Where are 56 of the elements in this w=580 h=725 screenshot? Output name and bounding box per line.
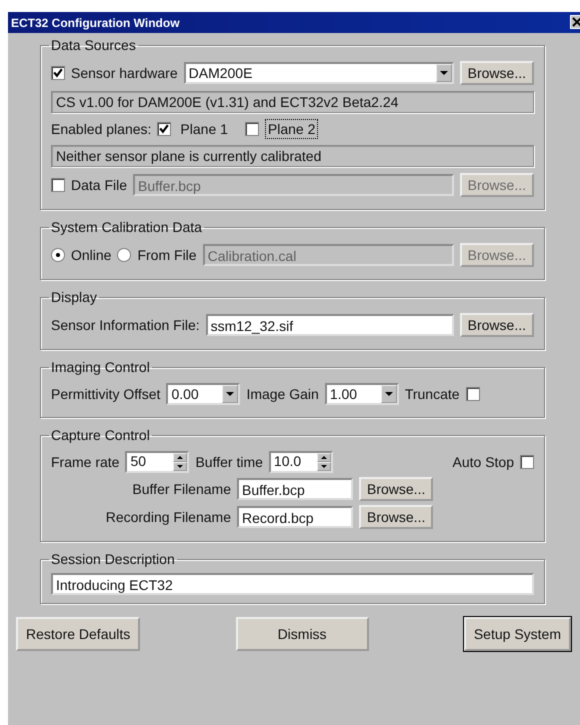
up-arrow-icon[interactable] bbox=[320, 456, 327, 459]
dialog-button[interactable]: Setup System bbox=[464, 617, 571, 651]
caret-icon bbox=[440, 71, 448, 75]
browse-button[interactable]: Browse... bbox=[460, 313, 534, 337]
radio-button[interactable] bbox=[51, 248, 65, 262]
dropdown[interactable]: DAM200E bbox=[184, 62, 454, 84]
field-label: Recording Filename bbox=[104, 509, 231, 525]
group-title: System Calibration Data bbox=[50, 219, 203, 235]
down-arrow-icon[interactable] bbox=[320, 465, 327, 468]
spin-box[interactable]: 10.0 bbox=[268, 451, 333, 473]
field-label: Image Gain bbox=[246, 386, 319, 402]
checkbox-label: Plane 2 bbox=[264, 119, 318, 139]
group-title: Capture Control bbox=[50, 427, 151, 443]
dropdown[interactable]: 1.00 bbox=[324, 383, 399, 405]
status-text: Neither sensor plane is currently calibrated bbox=[51, 145, 534, 167]
checkbox[interactable] bbox=[157, 122, 172, 136]
radio-label: From File bbox=[137, 247, 197, 263]
up-arrow-icon[interactable] bbox=[177, 456, 184, 459]
down-arrow-icon[interactable] bbox=[177, 465, 184, 468]
checkbox-label: Data File bbox=[71, 177, 128, 193]
browse-button[interactable]: Browse... bbox=[359, 477, 434, 501]
close-icon[interactable] bbox=[570, 15, 580, 29]
checkbox-label: Truncate bbox=[404, 386, 460, 402]
description-field[interactable]: Introducing ECT32 bbox=[51, 573, 534, 595]
file-field[interactable]: Buffer.bcp bbox=[237, 478, 353, 500]
file-field[interactable]: ssm12_32.sif bbox=[206, 314, 454, 336]
checkbox[interactable] bbox=[520, 455, 534, 469]
group-title: Session Description bbox=[50, 551, 176, 567]
group-title: Imaging Control bbox=[50, 359, 151, 375]
field-label: Buffer time bbox=[195, 454, 263, 470]
dropdown[interactable]: 0.00 bbox=[166, 383, 240, 405]
checkbox-label: Plane 1 bbox=[179, 120, 229, 139]
browse-button[interactable]: Browse... bbox=[460, 61, 534, 85]
group-title: Data Sources bbox=[50, 37, 137, 53]
radio-button[interactable] bbox=[117, 248, 132, 262]
caret-icon bbox=[226, 392, 234, 396]
field-label: Permittivity Offset bbox=[51, 386, 160, 402]
field-label: Frame rate bbox=[51, 454, 120, 470]
spin-box[interactable]: 50 bbox=[125, 451, 190, 473]
group-title: Display bbox=[50, 289, 98, 305]
field-label: Enabled planes: bbox=[51, 121, 152, 137]
field-label: Buffer Filename bbox=[131, 481, 231, 497]
status-text: CS v1.00 for DAM200E (v1.31) and ECT32v2 Beta2.24 bbox=[51, 91, 534, 113]
dialog-button[interactable]: Restore Defaults bbox=[16, 617, 140, 651]
field-label: Sensor Information File: bbox=[51, 317, 200, 333]
checkbox[interactable] bbox=[244, 122, 259, 136]
checkbox-label: Sensor hardware bbox=[71, 65, 178, 81]
checkbox[interactable] bbox=[466, 387, 480, 401]
dialog-button[interactable]: Dismiss bbox=[236, 617, 369, 651]
checkbox-label: Auto Stop bbox=[452, 454, 514, 470]
caret-icon bbox=[384, 392, 393, 396]
checkbox[interactable] bbox=[51, 66, 65, 80]
file-field[interactable]: Record.bcp bbox=[237, 506, 353, 528]
radio-label: Online bbox=[71, 247, 112, 263]
window-title: ECT32 Configuration Window bbox=[11, 16, 180, 30]
browse-button[interactable]: Browse... bbox=[359, 505, 434, 529]
